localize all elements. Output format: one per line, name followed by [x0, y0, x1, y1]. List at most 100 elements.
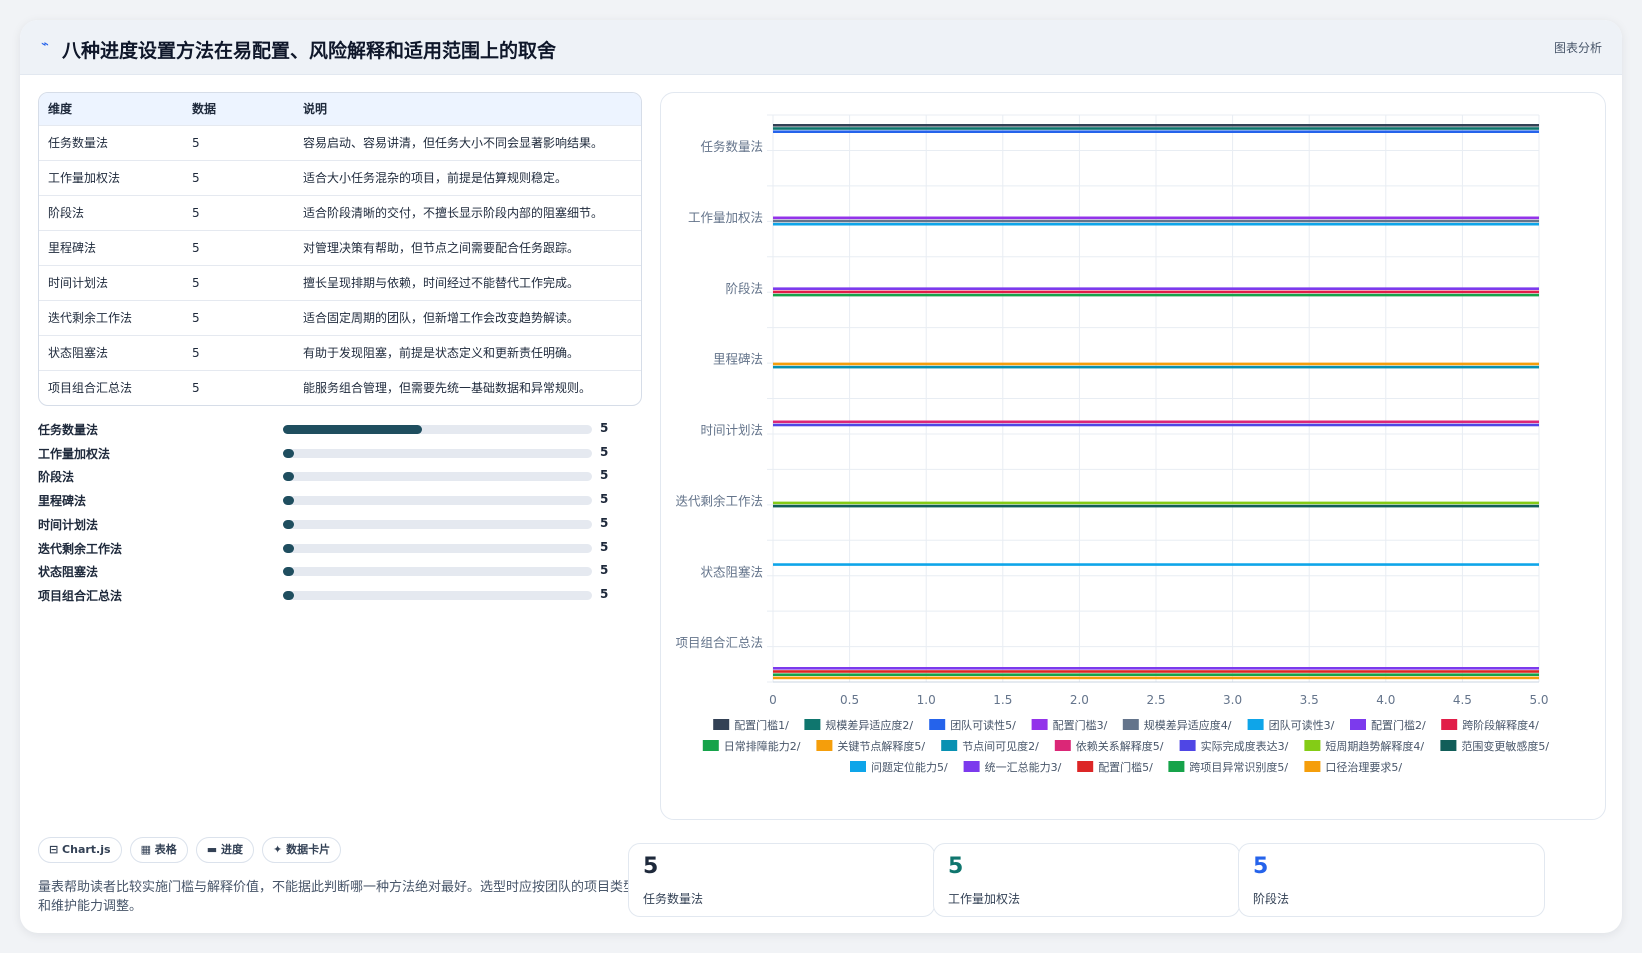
- chip-sparkle[interactable]: ✦ 数据卡片: [262, 837, 342, 863]
- progress-fill: [283, 448, 294, 458]
- progress-row: 迭代剩余工作法 5: [38, 540, 642, 558]
- progress-label: 工作量加权法: [38, 446, 111, 461]
- chart-icon: ⊟: [49, 843, 63, 856]
- y-tick-label: 阶段法: [725, 281, 763, 296]
- kpi-value: 5: [948, 854, 964, 879]
- progress-fill: [283, 567, 294, 577]
- row-name: 项目组合汇总法: [48, 381, 133, 395]
- row-name: 里程碑法: [48, 241, 97, 255]
- progress-row: 状态阻塞法 5: [38, 563, 642, 581]
- legend-label: 跨阶段解释度4/: [1462, 718, 1539, 732]
- row-value: 5: [192, 346, 200, 360]
- x-tick-label: 0.5: [840, 693, 859, 707]
- bar: [773, 290, 1539, 294]
- chart-icon: ⌁: [41, 37, 49, 52]
- row-desc: 适合大小任务混杂的项目，前提是估算规则稳定。: [303, 171, 568, 185]
- legend-swatch: [1350, 719, 1366, 730]
- progress-track: [283, 590, 592, 600]
- row-desc: 能服务组合管理，但需要先统一基础数据和异常规则。: [303, 381, 592, 395]
- x-tick-label: 3.5: [1300, 693, 1319, 707]
- legend-label: 日常排障能力2/: [724, 739, 801, 753]
- bar: [773, 420, 1539, 424]
- x-tick-label: 0: [769, 693, 777, 707]
- table-header-cell: 数据: [192, 102, 217, 116]
- legend-label: 依赖关系解释度5/: [1076, 739, 1164, 753]
- progress-value: 5: [600, 444, 609, 459]
- row-desc: 适合固定周期的团队，但新增工作会改变趋势解读。: [303, 311, 580, 325]
- row-name: 阶段法: [48, 206, 85, 220]
- bar: [773, 667, 1539, 670]
- progress-track: [283, 567, 592, 577]
- legend-swatch: [1122, 719, 1139, 730]
- bar: [773, 673, 1539, 676]
- chip-label: Chart.js: [62, 843, 111, 856]
- row-value: 5: [192, 171, 200, 185]
- kpi-value: 5: [643, 854, 659, 879]
- progress-value: 5: [600, 563, 609, 578]
- row-desc: 擅长呈现排期与依赖，时间经过不能替代工作完成。: [303, 276, 580, 290]
- progress-fill: [283, 496, 294, 506]
- legend-label: 关键节点解释度5/: [837, 739, 925, 753]
- chip-progress[interactable]: ▬ 进度: [195, 837, 255, 863]
- bar-chart: 0 0.5 1.0 1.5 2.0 2.5 3.0 3.5 4.0 4.5 5.0 任务数量法工作量加…: [675, 114, 1549, 774]
- progress-value: 5: [600, 586, 609, 601]
- x-tick-label: 4.0: [1376, 693, 1395, 707]
- row-desc: 容易启动、容易讲清，但任务大小不同会显著影响结果。: [303, 136, 604, 150]
- legend-swatch: [1179, 740, 1196, 751]
- legend-label: 配置门槛1/: [734, 718, 789, 732]
- row-desc: 适合阶段清晰的交付，不擅长显示阶段内部的阻塞细节。: [303, 206, 604, 220]
- kpi-label: 阶段法: [1253, 892, 1290, 906]
- chip-chart[interactable]: ⊟ Chart.js: [38, 837, 122, 863]
- y-tick-label: 迭代剩余工作法: [675, 493, 763, 508]
- progress-track: [283, 425, 592, 434]
- legend-label: 问题定位能力5/: [871, 760, 948, 774]
- bar: [773, 504, 1539, 508]
- chip-row: ⊟ Chart.js ▦ 表格 ▬ 进度 ✦ 数据卡片: [38, 837, 349, 863]
- row-name: 任务数量法: [48, 136, 109, 150]
- progress-value: 5: [600, 421, 609, 435]
- legend-swatch: [1168, 761, 1185, 772]
- progress-fill: [283, 472, 294, 482]
- progress-row: 阶段法 5: [38, 468, 642, 486]
- progress-label: 状态阻塞法: [38, 565, 99, 580]
- bar: [773, 362, 1539, 366]
- legend-label: 范围变更敏感度5/: [1461, 739, 1549, 753]
- sparkle-icon: ✦: [273, 843, 287, 856]
- x-tick-label: 2.5: [1146, 693, 1165, 707]
- kpi-label: 任务数量法: [643, 892, 704, 906]
- row-value: 5: [192, 276, 200, 290]
- bar: [773, 219, 1539, 223]
- legend-swatch: [1304, 740, 1321, 751]
- progress-fill: [283, 519, 294, 529]
- table-row: 工作量加权法 5 适合大小任务混杂的项目，前提是估算规则稳定。: [39, 161, 641, 196]
- chip-table[interactable]: ▦ 表格: [129, 837, 188, 863]
- progress-fill: [283, 425, 423, 434]
- progress-row: 项目组合汇总法 5: [38, 587, 642, 605]
- chart-panel: 0 0.5 1.0 1.5 2.0 2.5 3.0 3.5 4.0 4.5 5.0 任务数量法 工作量加…: [660, 92, 1606, 820]
- legend-label: 团队可读性5/: [950, 718, 1016, 732]
- table-row: 里程碑法 5 对管理决策有帮助，但节点之间需要配合任务跟踪。: [39, 231, 641, 266]
- legend-label: 口径治理要求5/: [1325, 760, 1402, 774]
- row-value: 5: [192, 381, 200, 395]
- progress-label: 里程碑法: [38, 494, 87, 509]
- bar: [773, 365, 1539, 369]
- x-tick-label: 1.0: [917, 693, 936, 707]
- header-tag: 图表分析: [1553, 41, 1602, 55]
- table-row: 状态阻塞法 5 有助于发现阻塞，前提是状态定义和更新责任明确。: [39, 336, 641, 371]
- row-name: 工作量加权法: [48, 171, 121, 185]
- bar: [773, 563, 1539, 566]
- progress-label: 阶段法: [38, 470, 75, 485]
- table-row: 时间计划法 5 擅长呈现排期与依赖，时间经过不能替代工作完成。: [39, 266, 641, 301]
- progress-label: 迭代剩余工作法: [38, 541, 123, 556]
- legend-swatch: [816, 740, 833, 751]
- kpi-label: 工作量加权法: [948, 892, 1021, 906]
- y-tick-label: 时间计划法: [700, 423, 763, 438]
- legend-swatch: [1304, 761, 1321, 772]
- x-tick-label: 2.0: [1070, 693, 1089, 707]
- legend-label: 配置门槛3/: [1053, 718, 1108, 732]
- bar: [773, 423, 1539, 427]
- legend-swatch: [1054, 740, 1071, 751]
- progress-label: 项目组合汇总法: [38, 588, 123, 603]
- table-row: 任务数量法 5 容易启动、容易讲清，但任务大小不同会显著影响结果。: [39, 126, 641, 161]
- table-row: 项目组合汇总法 5 能服务组合管理，但需要先统一基础数据和异常规则。: [39, 371, 641, 405]
